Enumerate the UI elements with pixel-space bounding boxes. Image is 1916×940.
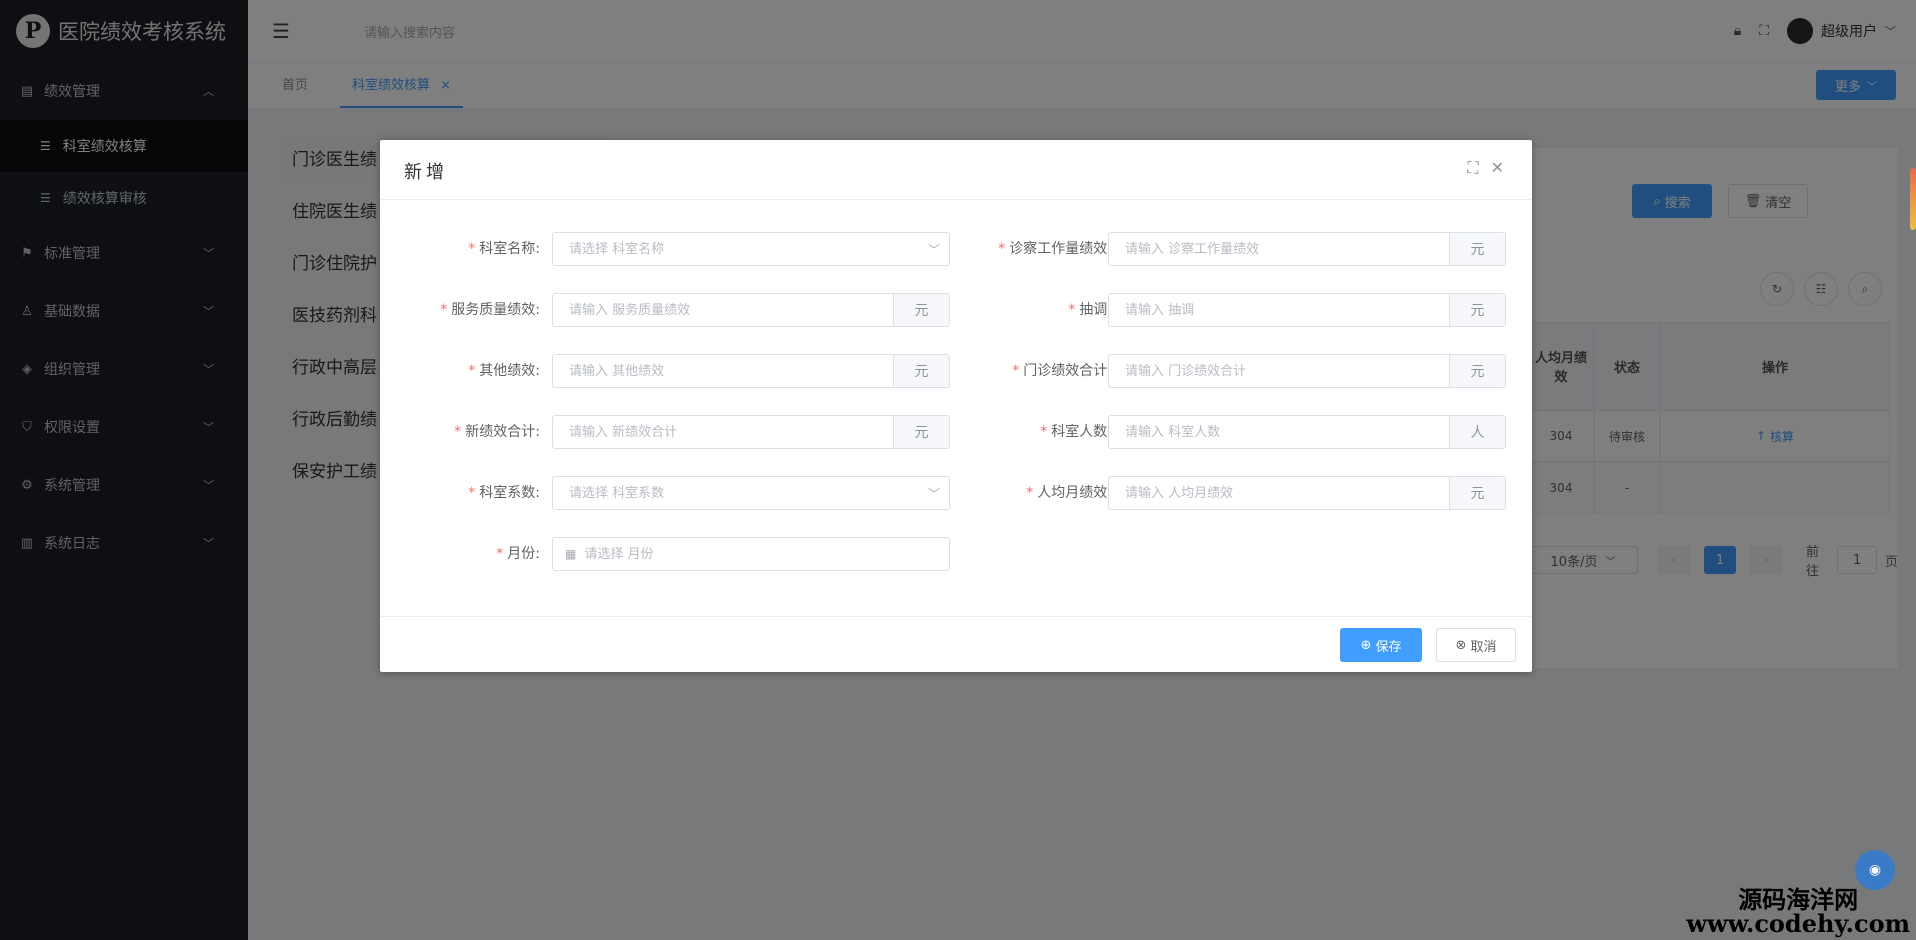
dept-coef-input[interactable] [553, 477, 919, 509]
unit-suffix: 人 [1449, 416, 1505, 448]
avg-monthly-label: * 人均月绩效: [1026, 485, 1112, 501]
unit-suffix: 元 [1449, 477, 1505, 509]
outpatient-total-field[interactable]: 元 [1108, 354, 1506, 388]
unit-suffix: 元 [893, 416, 949, 448]
dept-coef-label: * 科室系数: [468, 485, 540, 501]
dept-name-label: * 科室名称: [468, 241, 540, 257]
divider [380, 199, 1532, 200]
transfer-label: * 抽调: [1068, 302, 1112, 318]
new-total-field[interactable]: 元 [552, 415, 950, 449]
service-quality-label: * 服务质量绩效: [440, 302, 540, 318]
calendar-icon: ▦ [565, 547, 577, 561]
avg-monthly-field[interactable]: 元 [1108, 476, 1506, 510]
close-icon[interactable]: ✕ [1491, 158, 1504, 178]
watermark: 源码海洋网 www.codehy.com [1686, 888, 1910, 936]
dept-coef-select[interactable]: ﹀ [552, 476, 950, 510]
dept-count-input[interactable] [1109, 416, 1449, 448]
diag-workload-label: * 诊察工作量绩效: [998, 241, 1112, 257]
unit-suffix: 元 [1449, 233, 1505, 265]
diag-workload-input[interactable] [1109, 233, 1449, 265]
outpatient-total-input[interactable] [1109, 355, 1449, 387]
save-label: 保存 [1375, 639, 1402, 655]
add-dialog: 新增 ⛶ ✕ *科室名称: ﹀ *诊察工作量绩效: 元 *服务质量绩效: 元 *… [380, 140, 1532, 672]
service-quality-field[interactable]: 元 [552, 293, 950, 327]
month-picker[interactable]: ▦ [552, 537, 950, 571]
month-input[interactable] [576, 538, 949, 570]
dept-name-input[interactable] [553, 233, 919, 265]
camera-icon[interactable]: ◉ [1855, 850, 1895, 890]
close-circle-icon: ⊗ [1455, 637, 1467, 653]
watermark-line2: www.codehy.com [1686, 909, 1910, 938]
other-field[interactable]: 元 [552, 354, 950, 388]
plus-circle-icon: ⊕ [1360, 637, 1372, 653]
diag-workload-field[interactable]: 元 [1108, 232, 1506, 266]
dept-count-label: * 科室人数: [1040, 424, 1112, 440]
scroll-indicator [1910, 168, 1916, 230]
new-total-label: * 新绩效合计: [454, 424, 540, 440]
transfer-field[interactable]: 元 [1108, 293, 1506, 327]
dialog-title: 新增 [404, 162, 448, 183]
service-quality-input[interactable] [553, 294, 893, 326]
divider [380, 616, 1532, 617]
month-label: * 月份: [496, 546, 540, 562]
fullscreen-icon[interactable]: ⛶ [1467, 158, 1478, 178]
outpatient-total-label: * 门诊绩效合计: [1012, 363, 1112, 379]
new-total-input[interactable] [553, 416, 893, 448]
dept-count-field[interactable]: 人 [1108, 415, 1506, 449]
unit-suffix: 元 [1449, 294, 1505, 326]
unit-suffix: 元 [893, 294, 949, 326]
save-button[interactable]: ⊕ 保存 [1340, 628, 1422, 662]
transfer-input[interactable] [1109, 294, 1449, 326]
avg-monthly-input[interactable] [1109, 477, 1449, 509]
cancel-label: 取消 [1470, 639, 1497, 655]
unit-suffix: 元 [1449, 355, 1505, 387]
other-label: * 其他绩效: [468, 363, 540, 379]
other-input[interactable] [553, 355, 893, 387]
unit-suffix: 元 [893, 355, 949, 387]
dept-name-select[interactable]: ﹀ [552, 232, 950, 266]
cancel-button[interactable]: ⊗ 取消 [1436, 628, 1516, 662]
dialog-tools: ⛶ ✕ [1467, 158, 1504, 178]
